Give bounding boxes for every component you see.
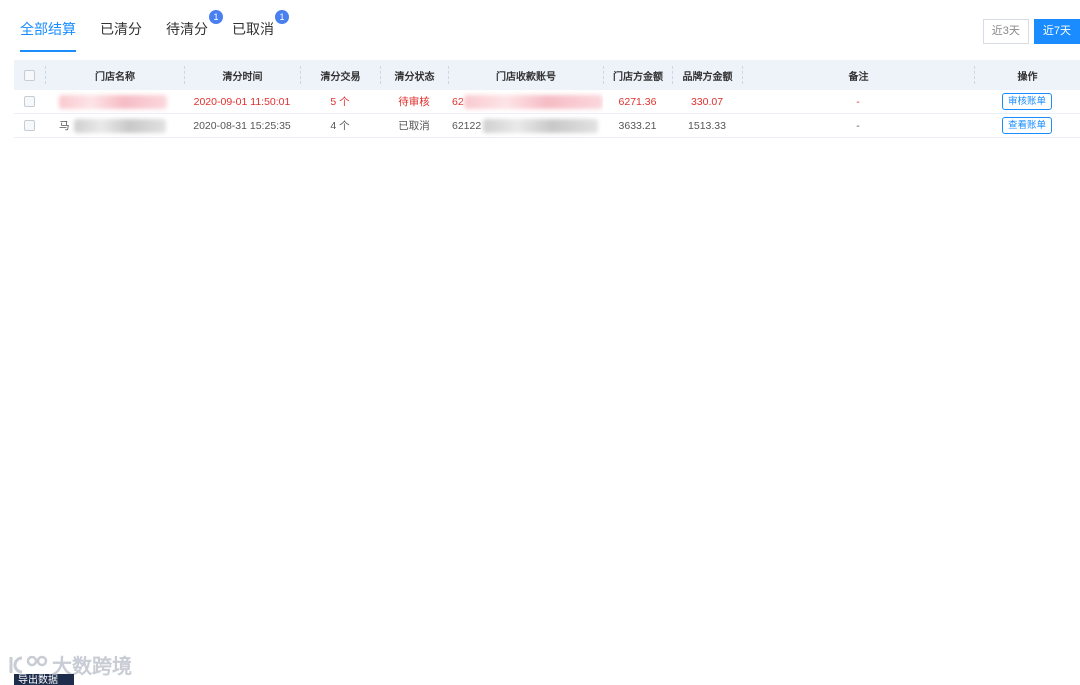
settle-time: 2020-09-01 11:50:01 (193, 95, 291, 108)
column-header: 清分状态 (380, 66, 448, 84)
column-header: 门店方金额 (603, 66, 672, 84)
column-header: 清分交易 (300, 66, 380, 84)
status-badge: 已取消 (398, 120, 430, 132)
tab-label: 已清分 (100, 21, 142, 37)
store-name: 马 (59, 120, 70, 132)
column-header: 清分时间 (184, 66, 300, 84)
settlement-table: 门店名称 清分时间 清分交易 清分状态 门店收款账号 门店方金额 品牌方金额 备… (14, 60, 1080, 138)
column-header: 品牌方金额 (672, 66, 742, 84)
brand-amount: 330.07 (690, 95, 724, 108)
row-checkbox[interactable] (24, 96, 35, 107)
action-cell: 查看账单 (974, 114, 1080, 137)
review-bill-button[interactable]: 审核账单 (1001, 93, 1052, 110)
store-name-cell: 马 (45, 114, 184, 137)
column-header: 门店收款账号 (448, 66, 603, 84)
row-select-cell (14, 114, 45, 137)
column-header: 操作 (974, 66, 1080, 84)
redacted-store-name (59, 94, 167, 109)
select-all-checkbox[interactable] (24, 69, 35, 81)
settlement-tabs: 全部结算 已清分 待清分 1 已取消 1 (20, 0, 298, 52)
tab-cancelled[interactable]: 已取消 1 (232, 0, 289, 52)
row-checkbox[interactable] (24, 120, 35, 131)
trade-count: 5 个 (330, 96, 350, 108)
export-data-button[interactable]: 导出数据 (14, 674, 74, 685)
trade-count: 4 个 (330, 120, 350, 132)
table-row[interactable]: 2020-09-01 11:50:01 5 个 待审核 62 6271.36 3… (14, 90, 1080, 114)
action-cell: 审核账单 (974, 90, 1080, 113)
store-amount: 3633.21 (618, 119, 657, 132)
select-all-cell (14, 66, 45, 84)
tab-label: 全部结算 (20, 21, 76, 37)
account-number: 62 (452, 95, 464, 108)
store-amount: 6271.36 (618, 95, 657, 108)
status-badge: 待审核 (398, 96, 430, 108)
redacted-account (483, 118, 599, 133)
count-badge: 1 (275, 10, 289, 24)
brand-amount: 1513.33 (688, 119, 726, 132)
last-7-days-button[interactable]: 近7天 (1033, 19, 1080, 44)
tab-all-settlement[interactable]: 全部结算 (20, 0, 76, 52)
view-bill-button[interactable]: 查看账单 (1001, 117, 1052, 134)
date-range-buttons: 近3天 近7天 (978, 19, 1080, 44)
tab-pending[interactable]: 待清分 1 (166, 0, 223, 52)
account-cell: 62122 (448, 114, 603, 137)
column-header: 门店名称 (45, 66, 184, 84)
settlement-page: 全部结算 已清分 待清分 1 已取消 1 近3天 近7天 门店名称 清分时间 清… (0, 0, 1080, 685)
column-header: 备注 (742, 66, 974, 84)
last-3-days-button[interactable]: 近3天 (982, 19, 1029, 44)
row-select-cell (14, 90, 45, 113)
tab-cleared[interactable]: 已清分 (100, 0, 142, 52)
tab-label: 待清分 (166, 21, 208, 37)
account-number: 62122 (452, 119, 482, 132)
table-header: 门店名称 清分时间 清分交易 清分状态 门店收款账号 门店方金额 品牌方金额 备… (14, 60, 1080, 90)
store-name-cell (45, 90, 184, 113)
settle-time: 2020-08-31 15:25:35 (193, 119, 291, 132)
redacted-store-name (73, 118, 166, 133)
redacted-account (463, 94, 603, 109)
count-badge: 1 (209, 10, 223, 24)
remark: - (856, 119, 860, 132)
remark: - (856, 95, 860, 108)
tab-label: 已取消 (232, 21, 274, 37)
account-cell: 62 (448, 90, 603, 113)
table-row[interactable]: 马 2020-08-31 15:25:35 4 个 已取消 62122 3633… (14, 114, 1080, 138)
